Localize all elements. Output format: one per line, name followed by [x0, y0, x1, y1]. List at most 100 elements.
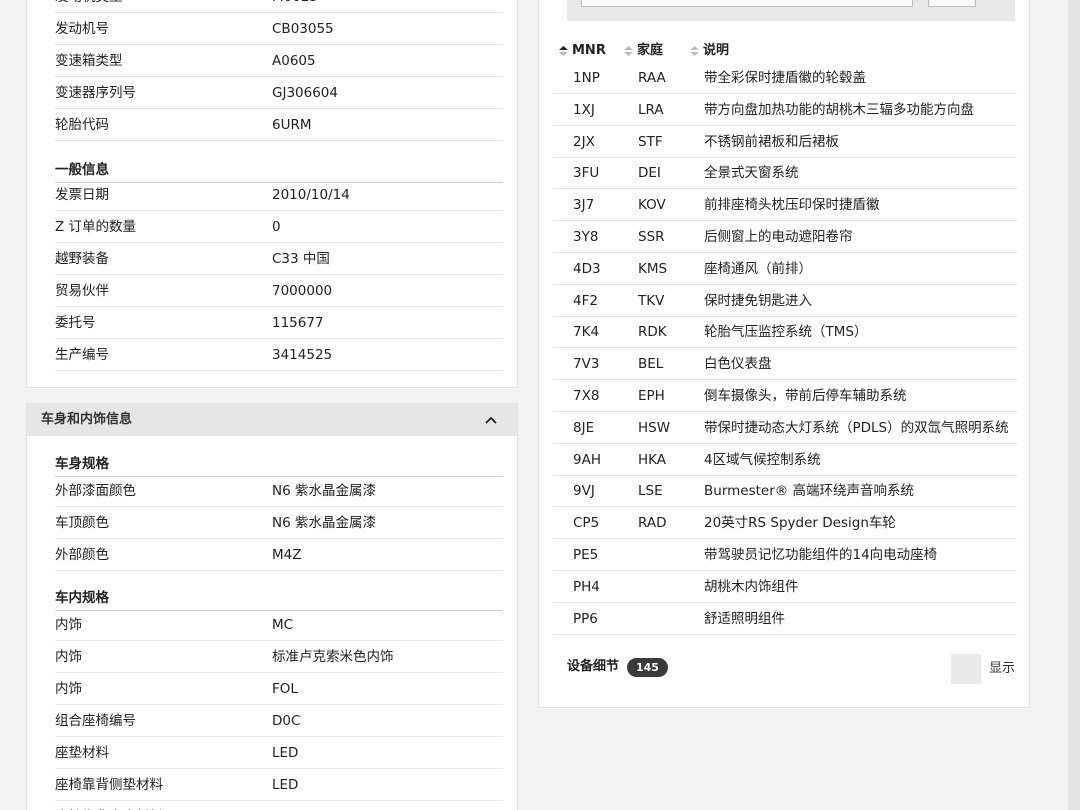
- cell-family: RAD: [638, 515, 667, 532]
- table-row: 9AH HKA 4区域气候控制系统: [553, 444, 1017, 476]
- cell-description: Burmester® 高端环绕声音响系统: [704, 483, 915, 500]
- info-row: 轮胎代码 6URM: [55, 109, 503, 141]
- table-row: 9VJ LSE Burmester® 高端环绕声音响系统: [553, 475, 1017, 508]
- info-row-value: 115677: [272, 315, 324, 331]
- cell-description: 带全彩保时捷盾徽的轮毂盖: [704, 70, 866, 86]
- table-row: 4F2 TKV 保时捷免钥匙进入: [553, 285, 1017, 317]
- info-row-value: 2010/10/14: [272, 187, 350, 203]
- table-row: CP5 RAD 20英寸RS Spyder Design车轮: [553, 507, 1017, 540]
- info-row-value: N6 紫水晶金属漆: [272, 515, 376, 531]
- info-row-label: 发票日期: [55, 187, 109, 203]
- info-row-value: D0C: [272, 713, 301, 729]
- cell-description: 后侧窗上的电动遮阳卷帘: [704, 229, 853, 245]
- cell-family: LRA: [638, 101, 664, 118]
- body-interior-panel: 车身和内饰信息 车身规格 外部漆面颜色 N6 紫水晶金属漆 车顶颜色 N6 紫水晶金属…: [26, 403, 518, 810]
- table-row: PH4 胡桃木内饰组件: [553, 571, 1017, 603]
- chevron-up-icon[interactable]: [485, 414, 497, 426]
- cell-mnr: 3Y8: [573, 229, 599, 245]
- info-row-value: LED: [272, 777, 299, 793]
- info-row-label: 座椅靠背中央材料: [55, 801, 163, 810]
- equipment-details-label: 设备细节: [567, 659, 620, 674]
- info-row-label: 组合座椅编号: [55, 713, 136, 729]
- cell-family: RDK: [638, 324, 667, 341]
- table-row: 7V3 BEL 白色仪表盘: [553, 348, 1017, 381]
- cell-description: 座椅通风（前排）: [704, 260, 812, 277]
- info-row-value: 标准卢克索米色内饰: [272, 649, 394, 665]
- column-header-family[interactable]: 家庭: [624, 41, 663, 61]
- equipment-count-badge: 145: [627, 658, 668, 677]
- cell-mnr: 7K4: [573, 324, 600, 341]
- info-row-value: GJ306604: [272, 85, 338, 101]
- cell-description: 白色仪表盘: [704, 356, 772, 373]
- column-header-family-label: 家庭: [637, 43, 664, 58]
- cell-mnr: 3FU: [573, 165, 600, 182]
- info-row: 变速箱类型 A0605: [55, 45, 503, 77]
- info-row: 变速器序列号 GJ306604: [55, 77, 503, 109]
- show-toggle[interactable]: [951, 654, 981, 684]
- table-row: 3J7 KOV 前排座椅头枕压印保时捷盾徽: [553, 189, 1017, 222]
- body-interior-header[interactable]: 车身和内饰信息: [27, 404, 517, 436]
- info-row-label: 座椅靠背侧垫材料: [55, 777, 163, 793]
- info-row-value: 3414525: [272, 347, 333, 363]
- table-row: 3Y8 SSR 后侧窗上的电动遮阳卷帘: [553, 221, 1017, 253]
- info-row: 发动机类型 M0025: [55, 0, 503, 13]
- vehicle-info-panel: 发动机类型 M0025 发动机号 CB03055 变速箱类型 A0605 变速器序列号 GJ3…: [26, 0, 518, 388]
- info-row-label: 内饰: [55, 681, 82, 697]
- cell-mnr: 7X8: [573, 388, 600, 404]
- info-row: 贸易伙伴 7000000: [55, 275, 503, 307]
- cell-mnr: 8JE: [573, 419, 595, 436]
- info-row-label: 变速器序列号: [55, 85, 136, 101]
- info-row-label: 发动机类型: [55, 0, 123, 13]
- info-row: 内饰 MC: [55, 609, 503, 641]
- info-row-value: 6URM: [272, 117, 312, 133]
- cell-mnr: PP6: [573, 610, 598, 627]
- cell-mnr: 3J7: [573, 197, 595, 214]
- info-row-label: 车顶颜色: [55, 515, 109, 531]
- info-row-label: 变速箱类型: [55, 53, 123, 69]
- table-row: PE5 带驾驶员记忆功能组件的14向电动座椅: [553, 539, 1017, 571]
- info-row-value: CB03055: [272, 21, 334, 37]
- info-row-label: 外部颜色: [55, 547, 109, 563]
- column-header-mnr-label: MNR: [572, 43, 606, 58]
- info-row: 外部颜色 M4Z: [55, 539, 503, 571]
- cell-family: LSE: [638, 483, 663, 500]
- info-row: 座垫材料 LED: [55, 737, 503, 769]
- cell-description: 全景式天窗系统: [704, 165, 799, 182]
- info-row: 委托号 115677: [55, 307, 503, 339]
- cell-description: 保时捷免钥匙进入: [704, 292, 812, 309]
- info-row: 发票日期 2010/10/14: [55, 179, 503, 211]
- equipment-panel: MNR 家庭 说明 1NP RAA 带全彩保时捷盾徽的轮毂盖 1XJ LRA 带方向盘加热…: [538, 0, 1030, 708]
- cell-family: TKV: [638, 292, 665, 309]
- cell-mnr: 7V3: [573, 356, 600, 373]
- cell-mnr: 9AH: [573, 451, 601, 468]
- info-row-label: 委托号: [55, 315, 96, 331]
- equipment-search-button[interactable]: [928, 0, 976, 7]
- interior-spec-title: 车内规格: [55, 585, 503, 611]
- info-row-value: M0025: [272, 0, 318, 13]
- info-row-label: Z 订单的数量: [55, 219, 137, 235]
- table-row: 3FU DEI 全景式天窗系统: [553, 157, 1017, 190]
- cell-description: 不锈钢前裙板和后裙板: [704, 133, 839, 150]
- cell-mnr: 4F2: [573, 292, 598, 309]
- cell-mnr: PH4: [573, 578, 600, 595]
- table-row: 8JE HSW 带保时捷动态大灯系统（PDLS）的双氙气照明系统: [553, 412, 1017, 444]
- table-row: 1XJ LRA 带方向盘加热功能的胡桃木三辐多功能方向盘: [553, 94, 1017, 126]
- info-row: 组合座椅编号 D0C: [55, 705, 503, 737]
- equipment-search-input[interactable]: [581, 0, 913, 7]
- cell-family: KOV: [638, 197, 666, 214]
- cell-family: DEI: [638, 165, 661, 182]
- cell-mnr: PE5: [573, 547, 599, 563]
- show-label[interactable]: 显示: [989, 659, 1015, 679]
- body-interior-header-label: 车身和内饰信息: [41, 412, 133, 427]
- cell-mnr: 9VJ: [573, 483, 595, 500]
- info-row: 生产编号 3414525: [55, 339, 503, 371]
- info-row-value: LED: [272, 801, 298, 810]
- page-scrollbar[interactable]: [1068, 0, 1080, 810]
- column-header-mnr[interactable]: MNR: [559, 41, 606, 61]
- info-row-value: LED: [272, 745, 299, 761]
- cell-family: HKA: [638, 451, 667, 468]
- cell-description: 带方向盘加热功能的胡桃木三辐多功能方向盘: [704, 101, 974, 118]
- cell-family: STF: [638, 133, 663, 150]
- cell-family: RAA: [638, 70, 666, 86]
- column-header-description[interactable]: 说明: [690, 41, 729, 61]
